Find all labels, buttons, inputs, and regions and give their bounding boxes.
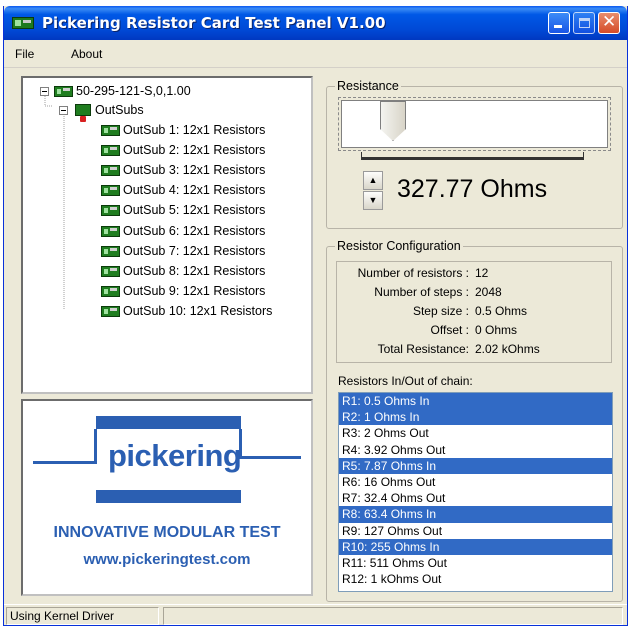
config-row: Offset : 0 Ohms <box>337 323 613 341</box>
status-panel-empty <box>163 607 623 625</box>
card-icon <box>101 145 120 157</box>
card-icon <box>101 245 120 257</box>
tree-item-label: OutSubs <box>95 103 144 117</box>
card-tree[interactable]: 50-295-121-S,0,1.00 OutSubs OutSub 1: 12x1… <box>21 76 313 394</box>
config-row: Total Resistance: 2.02 kOhms <box>337 342 613 360</box>
tree-item-label: 50-295-121-S,0,1.00 <box>76 84 191 98</box>
arrow-down-icon: ▼ <box>368 195 378 205</box>
list-item[interactable]: R8: 63.4 Ohms In <box>339 506 612 523</box>
pickering-logo: pickering INNOVATIVE MODULAR TEST www.pi… <box>21 399 313 596</box>
list-item[interactable]: R7: 32.4 Ohms Out <box>339 490 612 506</box>
tree-item-label: OutSub 5: 12x1 Resistors <box>123 203 266 218</box>
app-window: Pickering Resistor Card Test Panel V1.00… <box>3 6 628 626</box>
logo-line-right <box>241 456 301 459</box>
outsubs-icon <box>75 104 91 122</box>
resistance-value: 327.77 Ohms <box>397 175 548 203</box>
list-item[interactable]: R2: 1 Ohms In <box>339 409 612 426</box>
tree-item-label: OutSub 7: 12x1 Resistors <box>123 243 266 258</box>
list-item[interactable]: R12: 1 kOhms Out <box>339 571 612 587</box>
tree-item-label: OutSub 6: 12x1 Resistors <box>123 223 266 238</box>
maximize-button[interactable] <box>573 12 595 34</box>
config-value: 2048 <box>475 285 502 299</box>
resistance-spinner: ▲ ▼ <box>363 171 383 211</box>
list-item[interactable]: R1: 0.5 Ohms In <box>339 393 612 410</box>
title-bar[interactable]: Pickering Resistor Card Test Panel V1.00… <box>4 6 627 40</box>
logo-bar-top <box>96 416 241 429</box>
resistance-slider-focus <box>338 97 611 151</box>
resistance-slider[interactable] <box>341 100 608 148</box>
tree-item-label: OutSub 8: 12x1 Resistors <box>123 263 266 278</box>
menu-file[interactable]: File <box>15 47 34 61</box>
list-item[interactable]: R6: 16 Ohms Out <box>339 474 612 490</box>
config-row: Number of steps : 2048 <box>337 285 613 303</box>
config-label: Number of steps : <box>374 285 469 299</box>
status-text: Using Kernel Driver <box>6 607 159 625</box>
list-item[interactable]: R10: 255 Ohms In <box>339 538 612 555</box>
config-value: 0 Ohms <box>475 323 518 337</box>
config-label: Step size : <box>412 304 469 318</box>
list-item[interactable]: R11: 511 Ohms Out <box>339 555 612 571</box>
config-label: Offset : <box>430 323 469 337</box>
menu-about[interactable]: About <box>71 47 102 61</box>
collapse-icon[interactable] <box>59 106 68 115</box>
logo-url: www.pickeringtest.com <box>83 551 251 568</box>
arrow-up-icon: ▲ <box>368 175 378 185</box>
config-details: Number of resistors : 12 Number of steps :… <box>336 261 612 363</box>
tree-item-label: OutSub 1: 12x1 Resistors <box>123 123 266 137</box>
config-row: Number of resistors : 12 <box>337 266 613 284</box>
maximize-icon <box>579 18 590 28</box>
card-icon <box>101 185 120 197</box>
card-icon <box>12 17 34 29</box>
tree-item-label: OutSub 10: 12x1 Resistors <box>123 303 273 318</box>
resistance-group-title: Resistance <box>335 79 401 93</box>
logo-tagline: INNOVATIVE MODULAR TEST <box>53 524 281 541</box>
card-icon <box>101 205 120 217</box>
slider-thumb[interactable] <box>380 101 406 141</box>
list-item[interactable]: R3: 2 Ohms Out <box>339 425 612 441</box>
menu-bar: File About <box>4 40 627 68</box>
tree-item-label: OutSub 3: 12x1 Resistors <box>123 163 266 178</box>
tree-item-label: OutSub 4: 12x1 Resistors <box>123 183 266 198</box>
config-value: 2.02 kOhms <box>475 342 540 356</box>
tree-item-label: OutSub 2: 12x1 Resistors <box>123 143 266 158</box>
list-item[interactable]: R9: 127 Ohms Out <box>339 523 612 539</box>
resistance-group: Resistance ▲ ▼ 327.77 Ohms <box>326 79 623 229</box>
tree-item-label: OutSub 9: 12x1 Resistors <box>123 283 266 298</box>
config-value: 0.5 Ohms <box>475 304 528 318</box>
logo-line-left-riser <box>94 429 97 464</box>
config-row: Step size : 0.5 Ohms <box>337 304 613 322</box>
spin-up-button[interactable]: ▲ <box>363 171 383 190</box>
list-item[interactable]: R4: 3.92 Ohms Out <box>339 442 612 458</box>
logo-bar-bottom <box>96 490 241 503</box>
card-icon <box>101 225 120 237</box>
close-button[interactable]: ✕ <box>598 12 620 34</box>
chain-list[interactable]: R1: 0.5 Ohms In R2: 1 Ohms In R3: 2 Ohms O… <box>338 392 613 592</box>
card-icon <box>101 265 120 277</box>
status-bar: Using Kernel Driver <box>4 604 627 625</box>
close-icon: ✕ <box>602 12 617 32</box>
config-value: 12 <box>475 266 489 280</box>
spin-down-button[interactable]: ▼ <box>363 191 383 210</box>
config-group-title: Resistor Configuration <box>335 239 463 253</box>
logo-line-left <box>33 461 96 464</box>
resistor-config-group: Resistor Configuration Number of resisto… <box>326 239 623 602</box>
list-item[interactable]: R5: 7.87 Ohms In <box>339 457 612 474</box>
card-icon <box>101 165 120 177</box>
logo-wordmark: pickering <box>108 438 242 473</box>
card-icon <box>101 125 120 136</box>
chain-list-label: Resistors In/Out of chain: <box>338 374 473 388</box>
card-icon <box>54 86 73 97</box>
window-title: Pickering Resistor Card Test Panel V1.00 <box>42 14 386 32</box>
slider-track[interactable] <box>361 152 584 160</box>
minimize-icon <box>554 25 562 28</box>
config-label: Total Resistance: <box>377 342 469 356</box>
collapse-icon[interactable] <box>40 87 49 96</box>
minimize-button[interactable] <box>548 12 570 34</box>
card-icon <box>101 305 120 317</box>
card-icon <box>101 285 120 297</box>
config-label: Number of resistors : <box>357 266 469 280</box>
